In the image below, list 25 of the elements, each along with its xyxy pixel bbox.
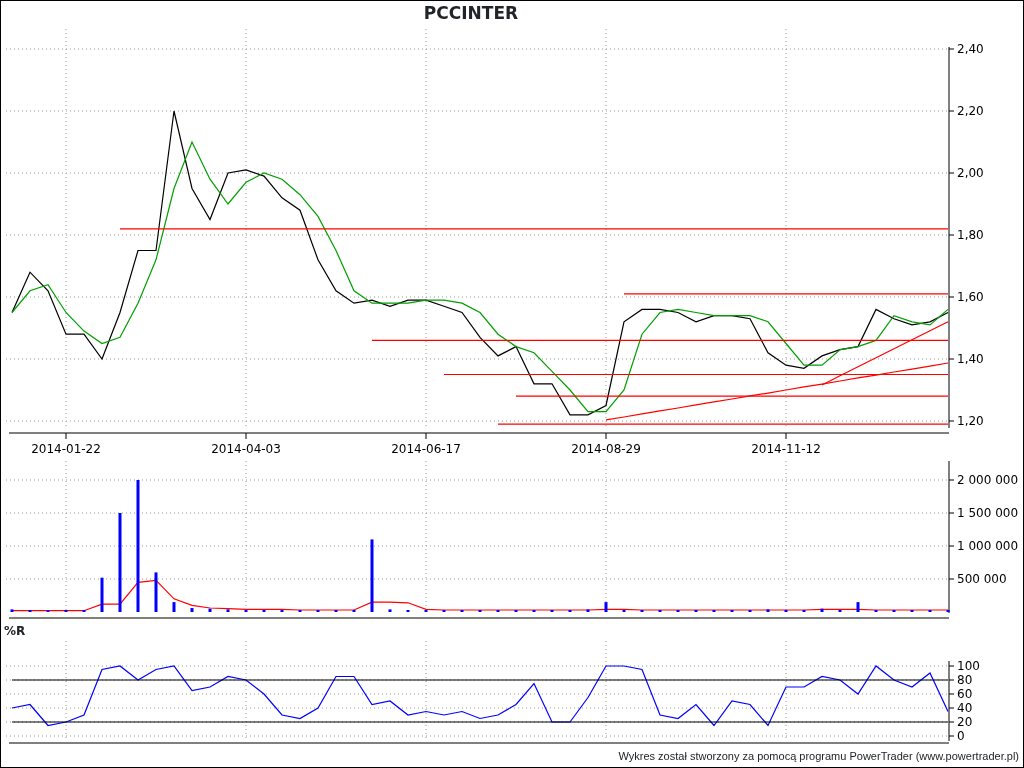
axis-label: 0 [957, 729, 965, 743]
date-label: 2014-01-22 [31, 442, 101, 456]
axis-label: 80 [957, 673, 973, 687]
axis-label: 2 000 000 [957, 473, 1019, 487]
axis-label: 1,40 [957, 352, 984, 366]
axis-label: 20 [957, 715, 973, 729]
axis-label: 60 [957, 687, 973, 701]
axis-label: 1,60 [957, 290, 984, 304]
axis-label: 2,40 [957, 42, 984, 56]
axis-label: 100 [957, 659, 980, 673]
axis-label: 1,80 [957, 228, 984, 242]
axis-label: 1 000 000 [957, 539, 1019, 553]
axis-label: 2,00 [957, 166, 984, 180]
credit-text: Wykres został stworzony za pomocą programu PowerTrader (www.powertrader.pl) [618, 748, 1019, 764]
axis-label: 40 [957, 701, 973, 715]
axis-label: 2,20 [957, 104, 984, 118]
date-label: 2014-11-12 [751, 442, 821, 456]
date-label: 2014-08-29 [571, 442, 641, 456]
date-label: 2014-06-17 [391, 442, 461, 456]
axis-label: 1 500 000 [957, 506, 1019, 520]
indicator-title: %R [3, 623, 27, 640]
axis-label: 1,20 [957, 414, 984, 428]
chart-title: PCCINTER [423, 2, 519, 25]
date-label: 2014-04-03 [211, 442, 281, 456]
axis-label: 500 000 [957, 572, 1007, 586]
